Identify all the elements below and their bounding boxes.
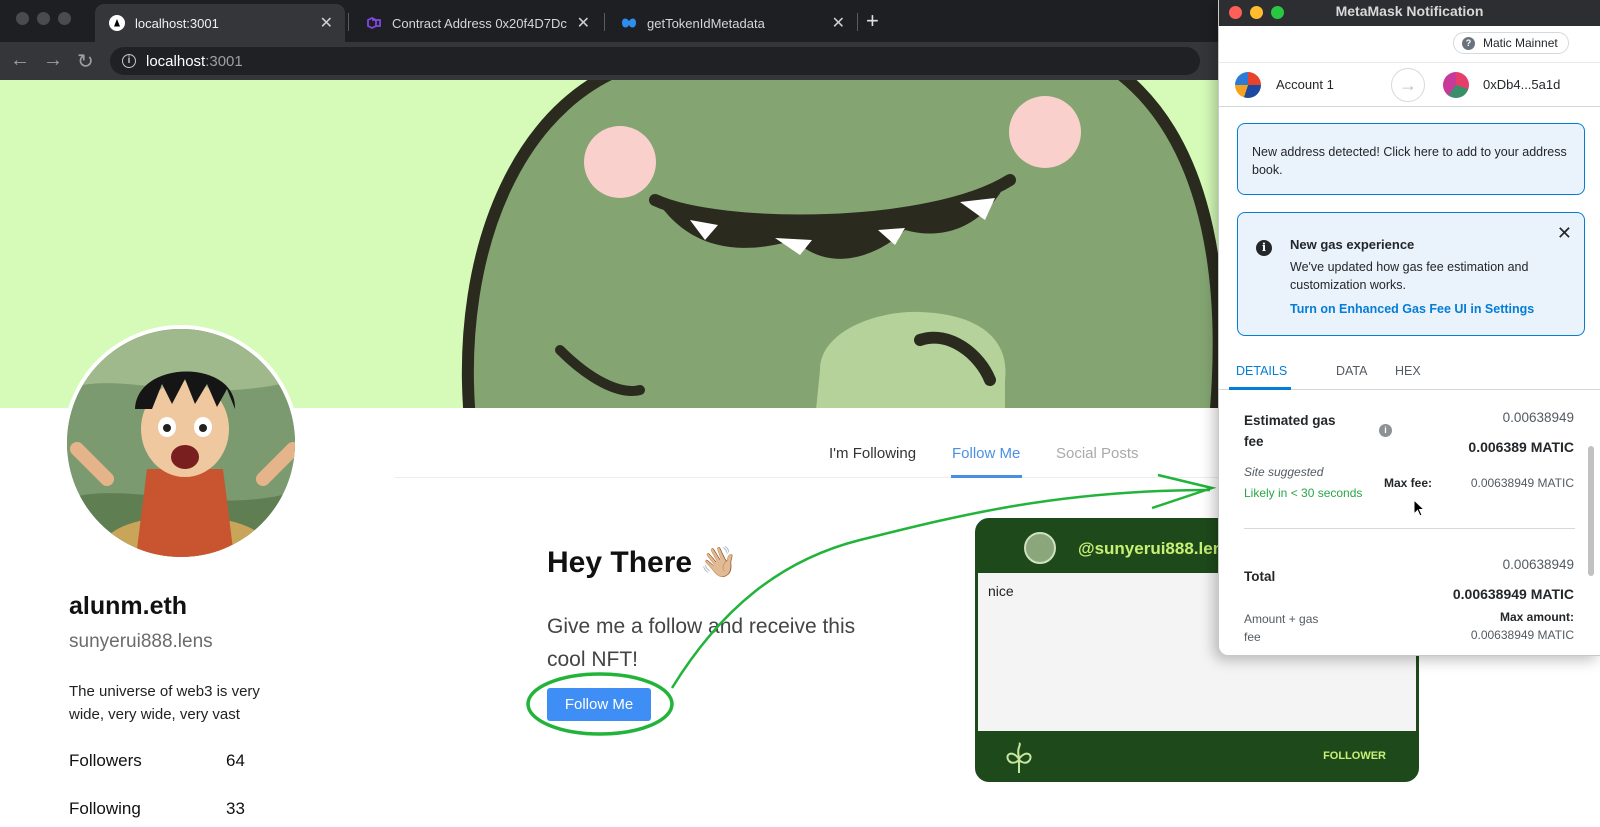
account-1-identicon [1235,72,1261,98]
browser-tab-contract[interactable]: Contract Address 0x20f4D7Dc ✕ [352,4,602,42]
tab-details[interactable]: DETAILS [1236,364,1287,378]
url-port: :3001 [205,52,243,70]
metamask-titlebar: MetaMask Notification [1219,0,1600,26]
window-minimize-dot[interactable] [37,12,50,25]
network-selector[interactable]: ? Matic Mainnet [1453,32,1569,54]
tab-close-icon[interactable]: ✕ [577,13,590,33]
stat-followers-label: Followers [69,751,142,770]
account-transfer-row: Account 1 → 0xDb4...5a1d [1219,62,1600,107]
tab-title: Contract Address 0x20f4D7Dc [392,15,567,31]
new-tab-button[interactable]: + [866,8,879,34]
page-tabs-divider [395,477,1220,478]
nft-card-footer: FOLLOWER [978,731,1416,779]
moralis-favicon-icon [622,18,636,28]
tab-social-posts[interactable]: Social Posts [1056,445,1139,462]
follow-me-button[interactable]: Follow Me [547,688,651,721]
tab-im-following[interactable]: I'm Following [829,445,916,462]
gas-alert-body: We've updated how gas fee estimation and… [1290,260,1529,292]
total-primary: 0.00638949 MATIC [1452,586,1574,602]
window-close-dot[interactable] [16,12,29,25]
close-icon[interactable]: ✕ [1557,223,1572,244]
metamask-window-title: MetaMask Notification [1335,3,1484,19]
profile-bio: The universe of web3 is very wide, very … [69,683,260,723]
gas-alert-title: New gas experience [1290,237,1415,252]
estimated-fee-secondary: 0.00638949 [1502,410,1574,425]
tab-title: getTokenIdMetadata [647,15,765,31]
estimated-gas-fee-label: Estimated gas fee [1244,413,1336,449]
to-address[interactable]: 0xDb4...5a1d [1483,77,1560,92]
browser-tab-metadata[interactable]: getTokenIdMetadata ✕ [607,4,857,42]
luffy-avatar-icon [67,329,295,557]
nft-avatar [1024,532,1056,564]
nft-handle: @sunyerui888.lens [1078,539,1233,558]
stat-following-label: Following [69,799,141,818]
window-zoom-dot[interactable] [58,12,71,25]
reload-button[interactable]: ↻ [77,49,94,74]
fee-divider [1244,528,1575,529]
gas-fee-info-icon[interactable]: i [1379,424,1392,437]
back-button[interactable]: ← [10,49,30,72]
nft-follower-label: FOLLOWER [1323,750,1386,762]
site-info-icon[interactable]: i [122,54,136,68]
lens-sprout-icon [1006,742,1032,773]
browser-tab-localhost[interactable]: localhost:3001 ✕ [95,4,345,42]
stat-following-value: 33 [226,799,245,818]
address-bar[interactable]: i localhost:3001 [110,47,1200,75]
network-name: Matic Mainnet [1483,36,1558,50]
network-question-icon: ? [1462,36,1475,50]
arrow-right-icon: → [1391,68,1425,102]
estimated-fee-primary: 0.006389 MATIC [1468,439,1574,455]
active-detail-tab-indicator [1229,387,1291,390]
detail-tabs: DETAILS DATA HEX [1219,356,1600,390]
likely-time-label: Likely in < 30 seconds [1244,486,1363,500]
active-tab-indicator [951,475,1022,478]
tab-data[interactable]: DATA [1336,364,1367,378]
mouse-cursor-icon [1413,499,1425,517]
new-gas-experience-alert: i New gas experience We've updated how g… [1237,212,1585,336]
forward-button[interactable]: → [43,49,63,72]
site-suggested-label: Site suggested [1244,465,1324,479]
polygon-favicon-icon [367,16,381,30]
max-amount-label: Max amount: [1499,610,1574,624]
max-fee-value: 0.00638949 MATIC [1470,476,1574,490]
url-host: localhost [146,52,206,70]
total-label: Total [1244,569,1276,584]
metamask-notification-window: MetaMask Notification ? Matic Mainnet Ac… [1218,0,1600,656]
enhanced-gas-settings-link[interactable]: Turn on Enhanced Gas Fee UI in Settings [1290,302,1534,316]
amount-plus-gas-label: Amount + gas fee [1244,612,1319,644]
total-secondary: 0.00638949 [1502,557,1574,572]
new-address-alert[interactable]: New address detected! Click here to add … [1237,123,1585,195]
tab-title: localhost:3001 [135,15,219,31]
tab-hex[interactable]: HEX [1395,364,1421,378]
stat-followers-value: 64 [226,751,245,770]
recipient-identicon [1443,72,1469,98]
nextjs-favicon-icon [109,15,125,31]
tab-close-icon[interactable]: ✕ [320,13,333,33]
tab-follow-me[interactable]: Follow Me [952,445,1020,462]
profile-avatar [63,325,299,561]
info-icon: i [1256,240,1272,256]
hero-heading: Hey There 👋🏼 [547,546,738,579]
hero-subtext: Give me a follow and receive this cool N… [547,615,856,671]
max-amount-value: 0.00638949 MATIC [1470,628,1574,642]
nft-text: nice [988,583,1014,599]
from-account-name[interactable]: Account 1 [1276,77,1334,92]
tab-close-icon[interactable]: ✕ [832,13,845,33]
profile-name: alunm.eth [69,592,188,620]
profile-handle: sunyerui888.lens [69,631,213,652]
details-scrollbar[interactable] [1588,446,1594,576]
max-fee-label: Max fee: [1384,476,1433,490]
